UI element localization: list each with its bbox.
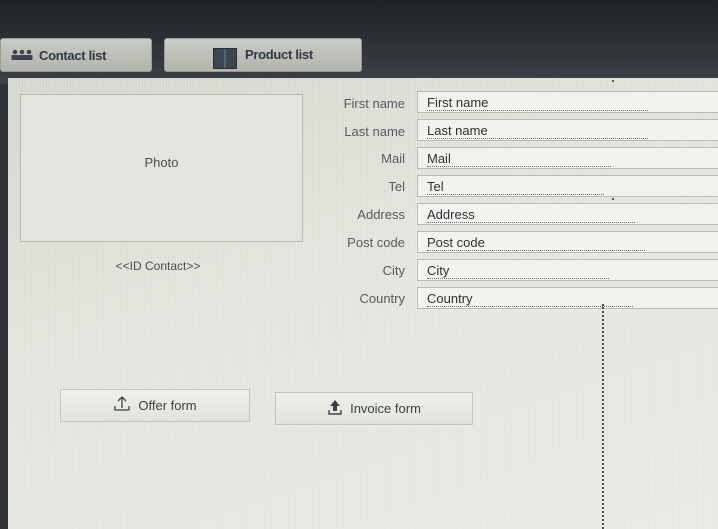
- post-code-field[interactable]: Post code: [417, 231, 718, 253]
- divider-dotted: [602, 304, 604, 529]
- tab-product-list[interactable]: Product list: [164, 38, 362, 72]
- people-icon: [11, 49, 33, 61]
- tel-field[interactable]: Tel: [417, 175, 718, 197]
- address-label: Address: [357, 207, 405, 222]
- first-name-label: First name: [343, 96, 405, 111]
- columns-icon: [213, 48, 237, 69]
- mail-field[interactable]: Mail: [417, 147, 718, 169]
- tab-product-list-label: Product list: [245, 47, 313, 62]
- upload-icon: [113, 395, 131, 416]
- last-name-field[interactable]: Last name: [417, 119, 718, 141]
- address-field[interactable]: Address: [417, 203, 718, 225]
- country-field[interactable]: Country: [417, 287, 718, 309]
- city-value: City: [427, 263, 610, 279]
- guide-dot: [612, 198, 614, 200]
- city-label: City: [382, 263, 405, 278]
- last-name-label: Last name: [344, 124, 405, 139]
- invoice-form-label: Invoice form: [350, 401, 421, 416]
- upload-icon: [327, 398, 343, 419]
- mail-value: Mail: [427, 151, 611, 167]
- top-bar: Contact list Product list: [0, 0, 718, 84]
- tel-value: Tel: [427, 179, 604, 195]
- tel-label: Tel: [388, 179, 405, 194]
- id-contact-label: <<ID Contact>>: [115, 259, 201, 273]
- guide-dot: [612, 80, 614, 82]
- contact-form-panel: Photo <<ID Contact>> First name First na…: [8, 78, 718, 529]
- invoice-form-button[interactable]: Invoice form: [275, 392, 473, 425]
- offer-form-button[interactable]: Offer form: [60, 389, 250, 422]
- address-value: Address: [427, 207, 635, 223]
- first-name-value: First name: [427, 95, 649, 111]
- tab-contact-list[interactable]: Contact list: [0, 38, 152, 72]
- mail-label: Mail: [381, 151, 405, 166]
- first-name-field[interactable]: First name: [417, 91, 718, 113]
- city-field[interactable]: City: [417, 259, 718, 281]
- country-label: Country: [359, 291, 405, 306]
- photo-placeholder[interactable]: Photo: [20, 94, 303, 242]
- last-name-value: Last name: [427, 123, 648, 139]
- tab-contact-list-label: Contact list: [39, 47, 107, 63]
- post-code-label: Post code: [347, 235, 405, 250]
- post-code-value: Post code: [427, 235, 645, 251]
- offer-form-label: Offer form: [138, 398, 197, 413]
- photo-label: Photo: [144, 154, 179, 170]
